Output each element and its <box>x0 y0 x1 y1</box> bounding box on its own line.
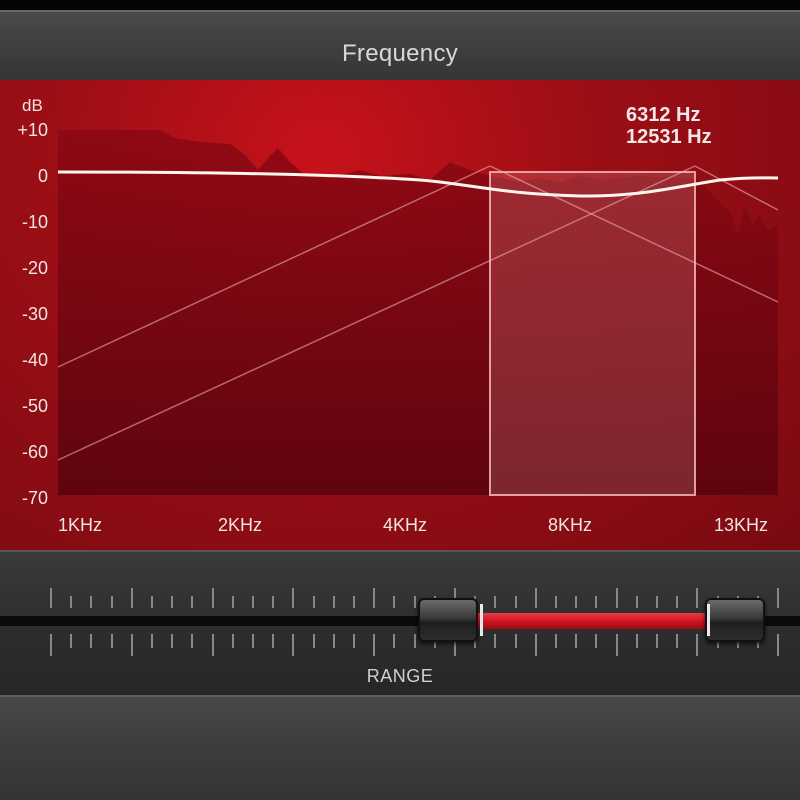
slider-tick <box>555 634 557 648</box>
slider-tick <box>312 634 315 648</box>
x-tick-label: 13KHz <box>714 515 769 535</box>
slider-tick <box>231 596 234 608</box>
readout-low-frequency: 6312 Hz <box>626 104 701 126</box>
x-tick-label: 2KHz <box>218 515 263 535</box>
slider-tick <box>312 596 315 608</box>
slider-tick <box>676 634 679 648</box>
slider-tick <box>231 634 234 648</box>
bottom-panel <box>0 695 800 800</box>
x-tick-label: 8KHz <box>548 515 593 535</box>
slider-tick <box>130 634 133 656</box>
y-tick-label: -30 <box>21 304 48 324</box>
slider-tick <box>615 588 618 608</box>
slider-tick <box>252 596 254 608</box>
slider-tick <box>191 634 194 648</box>
header: Frequency <box>0 10 800 80</box>
slider-tick <box>635 596 638 608</box>
slider-tick <box>332 596 335 608</box>
slider-tick <box>595 634 598 648</box>
slider-tick <box>777 588 780 608</box>
handle-grip <box>707 604 710 636</box>
slider-tick <box>50 588 52 608</box>
slider-tick <box>777 634 780 656</box>
slider-tick <box>110 634 113 648</box>
slider-tick <box>656 596 658 608</box>
slider-tick <box>272 634 275 648</box>
slider-tick <box>373 634 376 656</box>
y-tick-label: +10 <box>17 120 48 140</box>
slider-tick <box>676 596 679 608</box>
range-label: RANGE <box>366 666 434 686</box>
header-title: Frequency <box>341 40 459 67</box>
graph-canvas <box>57 130 779 496</box>
slider-tick <box>171 596 174 608</box>
slider-tick <box>514 596 517 608</box>
slider-tick <box>696 588 699 608</box>
y-tick-label: -10 <box>21 212 48 232</box>
y-tick-label: -60 <box>21 442 48 462</box>
slider-tick <box>353 596 355 608</box>
slider-tick <box>292 634 295 656</box>
frequency-graph[interactable]: dB +10 0 -10 -20 -30 -40 -50 -60 -70 1KH… <box>0 80 800 550</box>
y-axis-unit: dB <box>22 96 43 115</box>
slider-tick <box>353 634 355 648</box>
slider-tick <box>90 596 93 608</box>
slider-tick <box>656 634 658 648</box>
y-tick-label: -20 <box>21 258 48 278</box>
slider-tick <box>292 588 295 608</box>
slider-tick <box>575 634 578 648</box>
slider-tick <box>70 596 73 608</box>
frequency-readout: 6312 Hz 12531 Hz <box>626 104 712 148</box>
slider-tick <box>90 634 93 648</box>
y-tick-label: -40 <box>21 350 48 370</box>
slider-tick <box>575 596 578 608</box>
range-slider: RANGE <box>0 550 800 695</box>
y-tick-label: -50 <box>21 396 48 416</box>
slider-tick <box>191 596 194 608</box>
slider-tick <box>110 596 113 608</box>
slider-tick <box>130 588 133 608</box>
slider-tick <box>534 588 537 608</box>
readout-high-frequency: 12531 Hz <box>626 126 712 148</box>
handle-grip <box>480 604 483 636</box>
slider-tick <box>494 596 497 608</box>
slider-tick <box>211 634 214 656</box>
y-tick-label: -70 <box>21 488 48 508</box>
slider-tick <box>151 596 153 608</box>
slider-tick <box>555 596 557 608</box>
slider-tick <box>151 634 153 648</box>
range-low-handle[interactable] <box>418 598 483 642</box>
slider-tick <box>393 596 396 608</box>
top-strip <box>0 0 800 10</box>
slider-tick <box>494 634 497 648</box>
selection-band[interactable] <box>489 171 696 496</box>
slider-tick <box>332 634 335 648</box>
frequency-panel: Frequency dB +10 0 -10 -20 -30 -40 -50 -… <box>0 0 800 800</box>
slider-tick <box>413 634 416 648</box>
slider-tick <box>211 588 214 608</box>
slider-tick <box>252 634 254 648</box>
slider-tick <box>615 634 618 656</box>
slider-tick <box>534 634 537 656</box>
slider-tick <box>50 634 52 656</box>
slider-tick <box>413 596 416 608</box>
y-tick-label: 0 <box>37 166 48 186</box>
range-high-handle[interactable] <box>705 598 765 642</box>
slider-tick <box>635 634 638 648</box>
slider-active-range <box>478 613 710 629</box>
slider-tick <box>272 596 275 608</box>
slider-tick <box>70 634 73 648</box>
slider-tick <box>514 634 517 648</box>
slider-tick <box>595 596 598 608</box>
slider-tick <box>696 634 699 656</box>
slider-tick <box>373 588 376 608</box>
slider-tick <box>171 634 174 648</box>
x-tick-label: 4KHz <box>383 515 428 535</box>
x-tick-label: 1KHz <box>58 515 103 535</box>
slider-tick <box>393 634 396 648</box>
